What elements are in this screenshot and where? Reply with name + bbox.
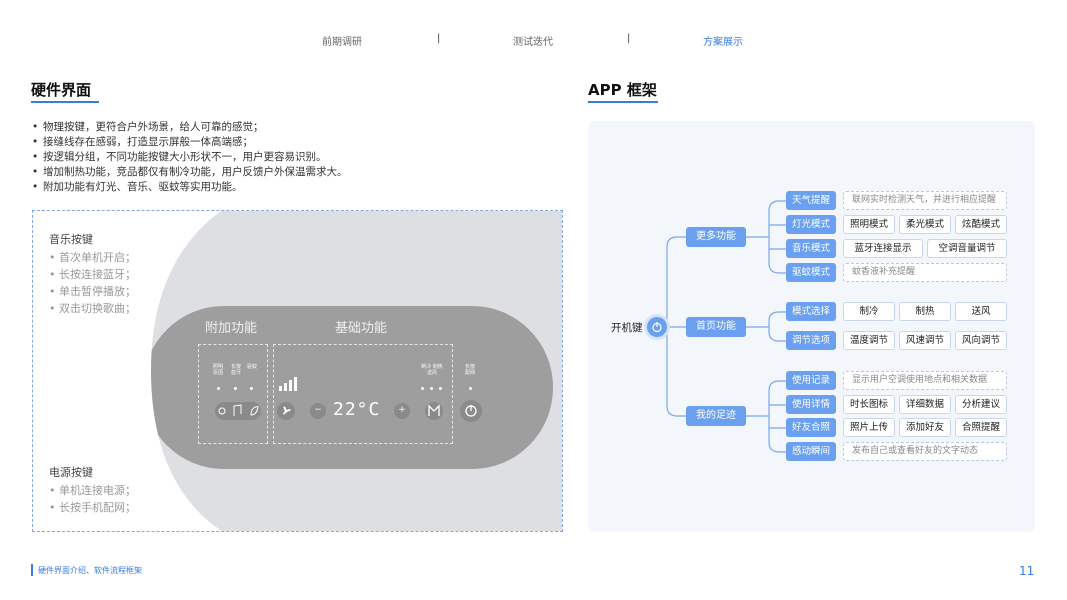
branch-my-footprint[interactable]: 我的足迹 bbox=[686, 406, 746, 426]
indicator-dot bbox=[469, 387, 472, 390]
leaf-lighting-mode[interactable]: 照明模式 bbox=[843, 215, 895, 234]
plus-button[interactable]: + bbox=[398, 405, 406, 415]
hardware-bullet-list: 物理按键，更符合户外场景，给人可靠的感觉； 接缝线存在感弱，打造显示屏般一体高端… bbox=[31, 120, 551, 195]
leaf-usage-desc: 显示用户空调使用地点和相关数据 bbox=[843, 371, 1007, 390]
leaf-moments-desc: 发布自己或查看好友的文字动态 bbox=[843, 442, 1007, 461]
power-group-title: 电源按键 bbox=[49, 466, 93, 479]
leaf-volume-adjust[interactable]: 空调音量调节 bbox=[927, 239, 1007, 258]
leaf-speed-adjust[interactable]: 风速调节 bbox=[899, 331, 951, 350]
hardware-panel: 音乐按键 首次单机开启； 长按连接蓝牙； 单击暂停播放； 双击切换歌曲； 电源按… bbox=[32, 210, 563, 532]
basic-function-box bbox=[273, 344, 453, 444]
leaf-bluetooth-display[interactable]: 蓝牙连接显示 bbox=[843, 239, 923, 258]
node-usage-record[interactable]: 使用记录 bbox=[786, 371, 836, 390]
bullet-item: 附加功能有灯光、音乐、驱蚊等实用功能。 bbox=[31, 180, 551, 195]
music-group-title: 音乐按键 bbox=[49, 233, 93, 246]
node-mosquito-mode[interactable]: 驱蚊模式 bbox=[786, 263, 836, 282]
music-button-group: 音乐按键 首次单机开启； 长按连接蓝牙； 单击暂停播放； 双击切换歌曲； bbox=[49, 231, 136, 317]
indicator-dot bbox=[250, 387, 253, 390]
leaf-cooling[interactable]: 制冷 bbox=[843, 302, 895, 321]
node-usage-detail[interactable]: 使用详情 bbox=[786, 395, 836, 414]
leaf-duration-chart[interactable]: 时长图标 bbox=[843, 395, 895, 414]
page-number: 11 bbox=[1019, 564, 1035, 578]
node-weather[interactable]: 天气提醒 bbox=[786, 191, 836, 210]
footer-caption: 硬件界面介绍、软件流程框架 bbox=[38, 566, 142, 575]
node-light-mode[interactable]: 灯光模式 bbox=[786, 215, 836, 234]
node-mode-select[interactable]: 模式选择 bbox=[786, 302, 836, 321]
indicator-dot bbox=[217, 387, 220, 390]
leaf-soft-light-mode[interactable]: 柔光模式 bbox=[899, 215, 951, 234]
leaf-mosquito-desc: 蚊香液补充提醒 bbox=[843, 263, 1007, 282]
leaf-add-friend[interactable]: 添加好友 bbox=[899, 418, 951, 437]
app-title: APP 框架 bbox=[588, 81, 657, 99]
leaf-photo-upload[interactable]: 照片上传 bbox=[843, 418, 895, 437]
bullet-item: 物理按键，更符合户外场景，给人可靠的感觉； bbox=[31, 120, 551, 135]
label-modes: 制冷 制热 送风 bbox=[421, 364, 443, 376]
nav-separator: | bbox=[627, 33, 631, 44]
branch-home-functions[interactable]: 首页功能 bbox=[686, 317, 746, 337]
top-nav: 前期调研 | 测试迭代 | 方案展示 bbox=[0, 33, 1067, 49]
temperature-display: 22°C bbox=[333, 399, 381, 420]
leaf-weather-desc: 联网实时检测天气，并进行相应提醒 bbox=[843, 191, 1007, 210]
node-moments[interactable]: 感动瞬间 bbox=[786, 442, 836, 461]
nav-item-solution[interactable]: 方案展示 bbox=[703, 33, 743, 48]
leaf-fan[interactable]: 送风 bbox=[955, 302, 1007, 321]
nav-separator: | bbox=[437, 33, 441, 44]
app-framework-panel: 开机键 更多功能 首页功能 我的足迹 天气提醒 联网实时检测天气，并进行相应提醒… bbox=[588, 121, 1035, 532]
power-group-item: 长按手机配网； bbox=[49, 499, 136, 516]
leaf-analysis[interactable]: 分析建议 bbox=[955, 395, 1007, 414]
bullet-item: 增加制热功能，竞品都仅有制冷功能，用户反馈户外保温需求大。 bbox=[31, 165, 551, 180]
bullet-item: 接缝线存在感弱，打造显示屏般一体高端感； bbox=[31, 135, 551, 150]
leaf-heating[interactable]: 制热 bbox=[899, 302, 951, 321]
indicator-dot bbox=[430, 387, 433, 390]
music-group-item: 首次单机开启； bbox=[49, 249, 136, 266]
extra-function-box bbox=[198, 344, 268, 444]
footer-accent-bar bbox=[31, 564, 33, 576]
power-group-item: 单机连接电源； bbox=[49, 482, 136, 499]
music-group-item: 单击暂停播放； bbox=[49, 283, 136, 300]
node-friend-photo[interactable]: 好友合照 bbox=[786, 418, 836, 437]
music-group-item: 双击切换歌曲； bbox=[49, 300, 136, 317]
root-label: 开机键 bbox=[611, 322, 643, 334]
nav-item-testing[interactable]: 测试迭代 bbox=[513, 33, 553, 48]
hardware-title-underline bbox=[31, 101, 99, 103]
basic-function-label: 基础功能 bbox=[335, 321, 388, 336]
node-adjust-options[interactable]: 调节选项 bbox=[786, 331, 836, 350]
bullet-item: 按逻辑分组，不同功能按键大小形状不一，用户更容易识别。 bbox=[31, 150, 551, 165]
music-group-item: 长按连接蓝牙； bbox=[49, 266, 136, 283]
minus-button[interactable]: − bbox=[314, 405, 322, 415]
power-node[interactable] bbox=[647, 317, 667, 337]
branch-more-functions[interactable]: 更多功能 bbox=[686, 227, 746, 247]
hardware-title: 硬件界面 bbox=[31, 81, 92, 99]
leaf-direction-adjust[interactable]: 风向调节 bbox=[955, 331, 1007, 350]
leaf-photo-reminder[interactable]: 合照提醒 bbox=[955, 418, 1007, 437]
indicator-dot bbox=[234, 387, 237, 390]
node-music-mode[interactable]: 音乐模式 bbox=[786, 239, 836, 258]
indicator-dot bbox=[421, 387, 424, 390]
label-network: 长按 配网 bbox=[464, 364, 475, 376]
label-light: 照明 氛围 bbox=[213, 364, 224, 376]
extra-function-label: 附加功能 bbox=[205, 321, 258, 336]
power-icon bbox=[652, 322, 662, 333]
leaf-temp-adjust[interactable]: 温度调节 bbox=[843, 331, 895, 350]
indicator-dot bbox=[439, 387, 442, 390]
leaf-detailed-data[interactable]: 详细数据 bbox=[899, 395, 951, 414]
app-title-underline bbox=[588, 101, 658, 103]
leaf-cool-mode[interactable]: 炫酷模式 bbox=[955, 215, 1007, 234]
power-button-group: 电源按键 单机连接电源； 长按手机配网； bbox=[49, 464, 136, 516]
label-music: 长按 蓝牙 bbox=[230, 364, 241, 376]
nav-item-research[interactable]: 前期调研 bbox=[322, 33, 362, 48]
label-mosquito: 驱蚊 bbox=[247, 364, 258, 370]
